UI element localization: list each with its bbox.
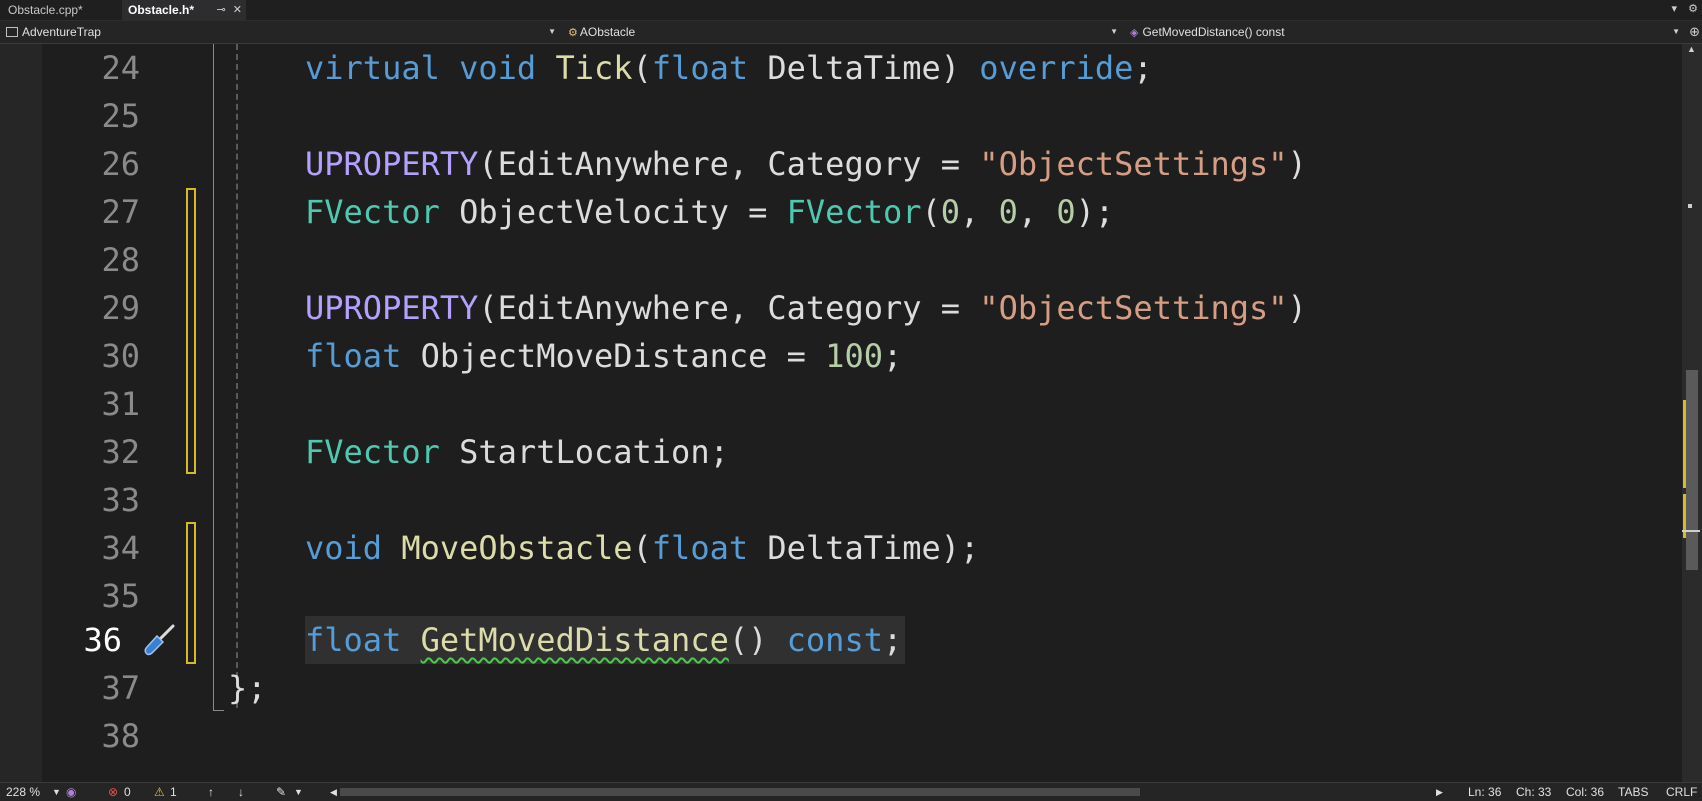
code-line: float ObjectMoveDistance = 100;	[305, 337, 903, 375]
quick-actions-screwdriver-icon[interactable]	[143, 622, 177, 656]
scroll-left-icon[interactable]: ◀	[330, 783, 337, 801]
scroll-right-icon[interactable]: ▶	[1436, 783, 1443, 801]
chevron-down-icon[interactable]: ▼	[52, 783, 61, 801]
document-tab-bar: Obstacle.cpp* Obstacle.h* ⊸ ✕ ▾ ⚙	[0, 0, 1702, 21]
chevron-up-icon[interactable]: ▲	[1687, 44, 1696, 54]
zoom-level[interactable]: 228 %	[6, 783, 40, 801]
tab-obstacle-cpp[interactable]: Obstacle.cpp*	[2, 0, 128, 20]
line-number: 26	[101, 145, 140, 183]
code-line: };	[228, 669, 267, 707]
line-number: 34	[101, 529, 140, 567]
line-indicator[interactable]: Ln: 36	[1468, 783, 1501, 801]
warning-icon[interactable]: ⚠	[154, 783, 165, 801]
scrollbar-thumb[interactable]	[1686, 370, 1698, 570]
class-label: AObstacle	[579, 25, 636, 39]
class-icon: ⚙	[568, 27, 578, 39]
chevron-down-icon[interactable]: ▼	[294, 783, 303, 801]
gear-icon[interactable]: ⚙	[1688, 3, 1698, 15]
member-dropdown[interactable]: ◈ GetMovedDistance() const ▼	[1124, 21, 1684, 43]
tab-label: Obstacle.h*	[128, 3, 195, 17]
error-icon[interactable]: ⊗	[108, 783, 118, 801]
tab-obstacle-h[interactable]: Obstacle.h* ⊸ ✕	[122, 0, 246, 20]
line-number: 24	[101, 49, 140, 87]
code-line: virtual void Tick(float DeltaTime) overr…	[305, 49, 1153, 87]
column-indicator[interactable]: Col: 36	[1566, 783, 1604, 801]
char-indicator[interactable]: Ch: 33	[1516, 783, 1551, 801]
status-bar: 228 % ▼ ◉ ⊗ 0 ⚠ 1 ↑ ↓ ✎ ▼ ◀ ▶ Ln: 36 Ch:…	[0, 782, 1702, 801]
scrollbar-thumb[interactable]	[340, 788, 1140, 796]
scroll-mark	[1688, 204, 1692, 208]
split-window-icon[interactable]: ⊕	[1689, 24, 1700, 40]
line-number: 29	[101, 289, 140, 327]
copilot-icon[interactable]: ◉	[66, 783, 76, 801]
code-line: UPROPERTY(EditAnywhere, Category = "Obje…	[305, 289, 1307, 327]
line-number: 32	[101, 433, 140, 471]
warning-count[interactable]: 1	[170, 783, 177, 801]
code-line: UPROPERTY(EditAnywhere, Category = "Obje…	[305, 145, 1307, 183]
class-dropdown[interactable]: ⚙ AObstacle ▼	[562, 21, 1122, 43]
line-number: 30	[101, 337, 140, 375]
chevron-down-icon: ▼	[548, 27, 556, 36]
change-marker	[186, 188, 196, 474]
tab-list-dropdown-icon[interactable]: ▾	[1672, 3, 1678, 15]
arrow-down-icon[interactable]: ↓	[238, 783, 244, 801]
pin-tab-icon[interactable]: ⊸	[217, 4, 226, 16]
outlining-bracket	[213, 44, 224, 711]
chevron-down-icon: ▼	[1110, 27, 1118, 36]
caret-position-mark	[1682, 530, 1700, 532]
chevron-down-icon: ▼	[1672, 27, 1680, 36]
vertical-scrollbar[interactable]: ▲	[1682, 44, 1702, 782]
tab-label: Obstacle.cpp*	[8, 3, 83, 17]
code-line: FVector ObjectVelocity = FVector(0, 0, 0…	[305, 193, 1115, 231]
error-count[interactable]: 0	[124, 783, 131, 801]
indent-mode[interactable]: TABS	[1618, 783, 1648, 801]
code-cleanup-brush-icon[interactable]: ✎	[276, 783, 286, 801]
close-tab-icon[interactable]: ✕	[233, 4, 242, 16]
change-mark	[1683, 400, 1686, 488]
code-line: float GetMovedDistance() const;	[305, 621, 903, 659]
line-number: 25	[101, 97, 140, 135]
member-label: GetMovedDistance() const	[1142, 25, 1285, 39]
line-number: 33	[101, 481, 140, 519]
line-number: 38	[101, 717, 140, 755]
line-number: 27	[101, 193, 140, 231]
line-number: 31	[101, 385, 140, 423]
line-number: 28	[101, 241, 140, 279]
line-number: 37	[101, 669, 140, 707]
project-dropdown[interactable]: AdventureTrap ▼	[0, 21, 560, 43]
indicator-margin	[0, 44, 42, 782]
method-icon: ◈	[1130, 27, 1139, 39]
project-label: AdventureTrap	[22, 25, 101, 39]
navigation-bar: AdventureTrap ▼ ⚙ AObstacle ▼ ◈ GetMovedDi…	[0, 21, 1702, 44]
code-editor[interactable]: 24 25 26 27 28 29 30 31 32 33 34 35 36 3…	[0, 44, 1682, 782]
code-line: void MoveObstacle(float DeltaTime);	[305, 529, 980, 567]
line-number-current: 36	[83, 621, 122, 659]
code-line: FVector StartLocation;	[305, 433, 729, 471]
change-marker	[186, 522, 196, 664]
line-ending[interactable]: CRLF	[1666, 783, 1697, 801]
line-number: 35	[101, 577, 140, 615]
project-icon	[6, 27, 18, 37]
arrow-up-icon[interactable]: ↑	[208, 783, 214, 801]
indent-guide	[236, 44, 238, 708]
horizontal-scrollbar[interactable]	[340, 788, 1430, 796]
